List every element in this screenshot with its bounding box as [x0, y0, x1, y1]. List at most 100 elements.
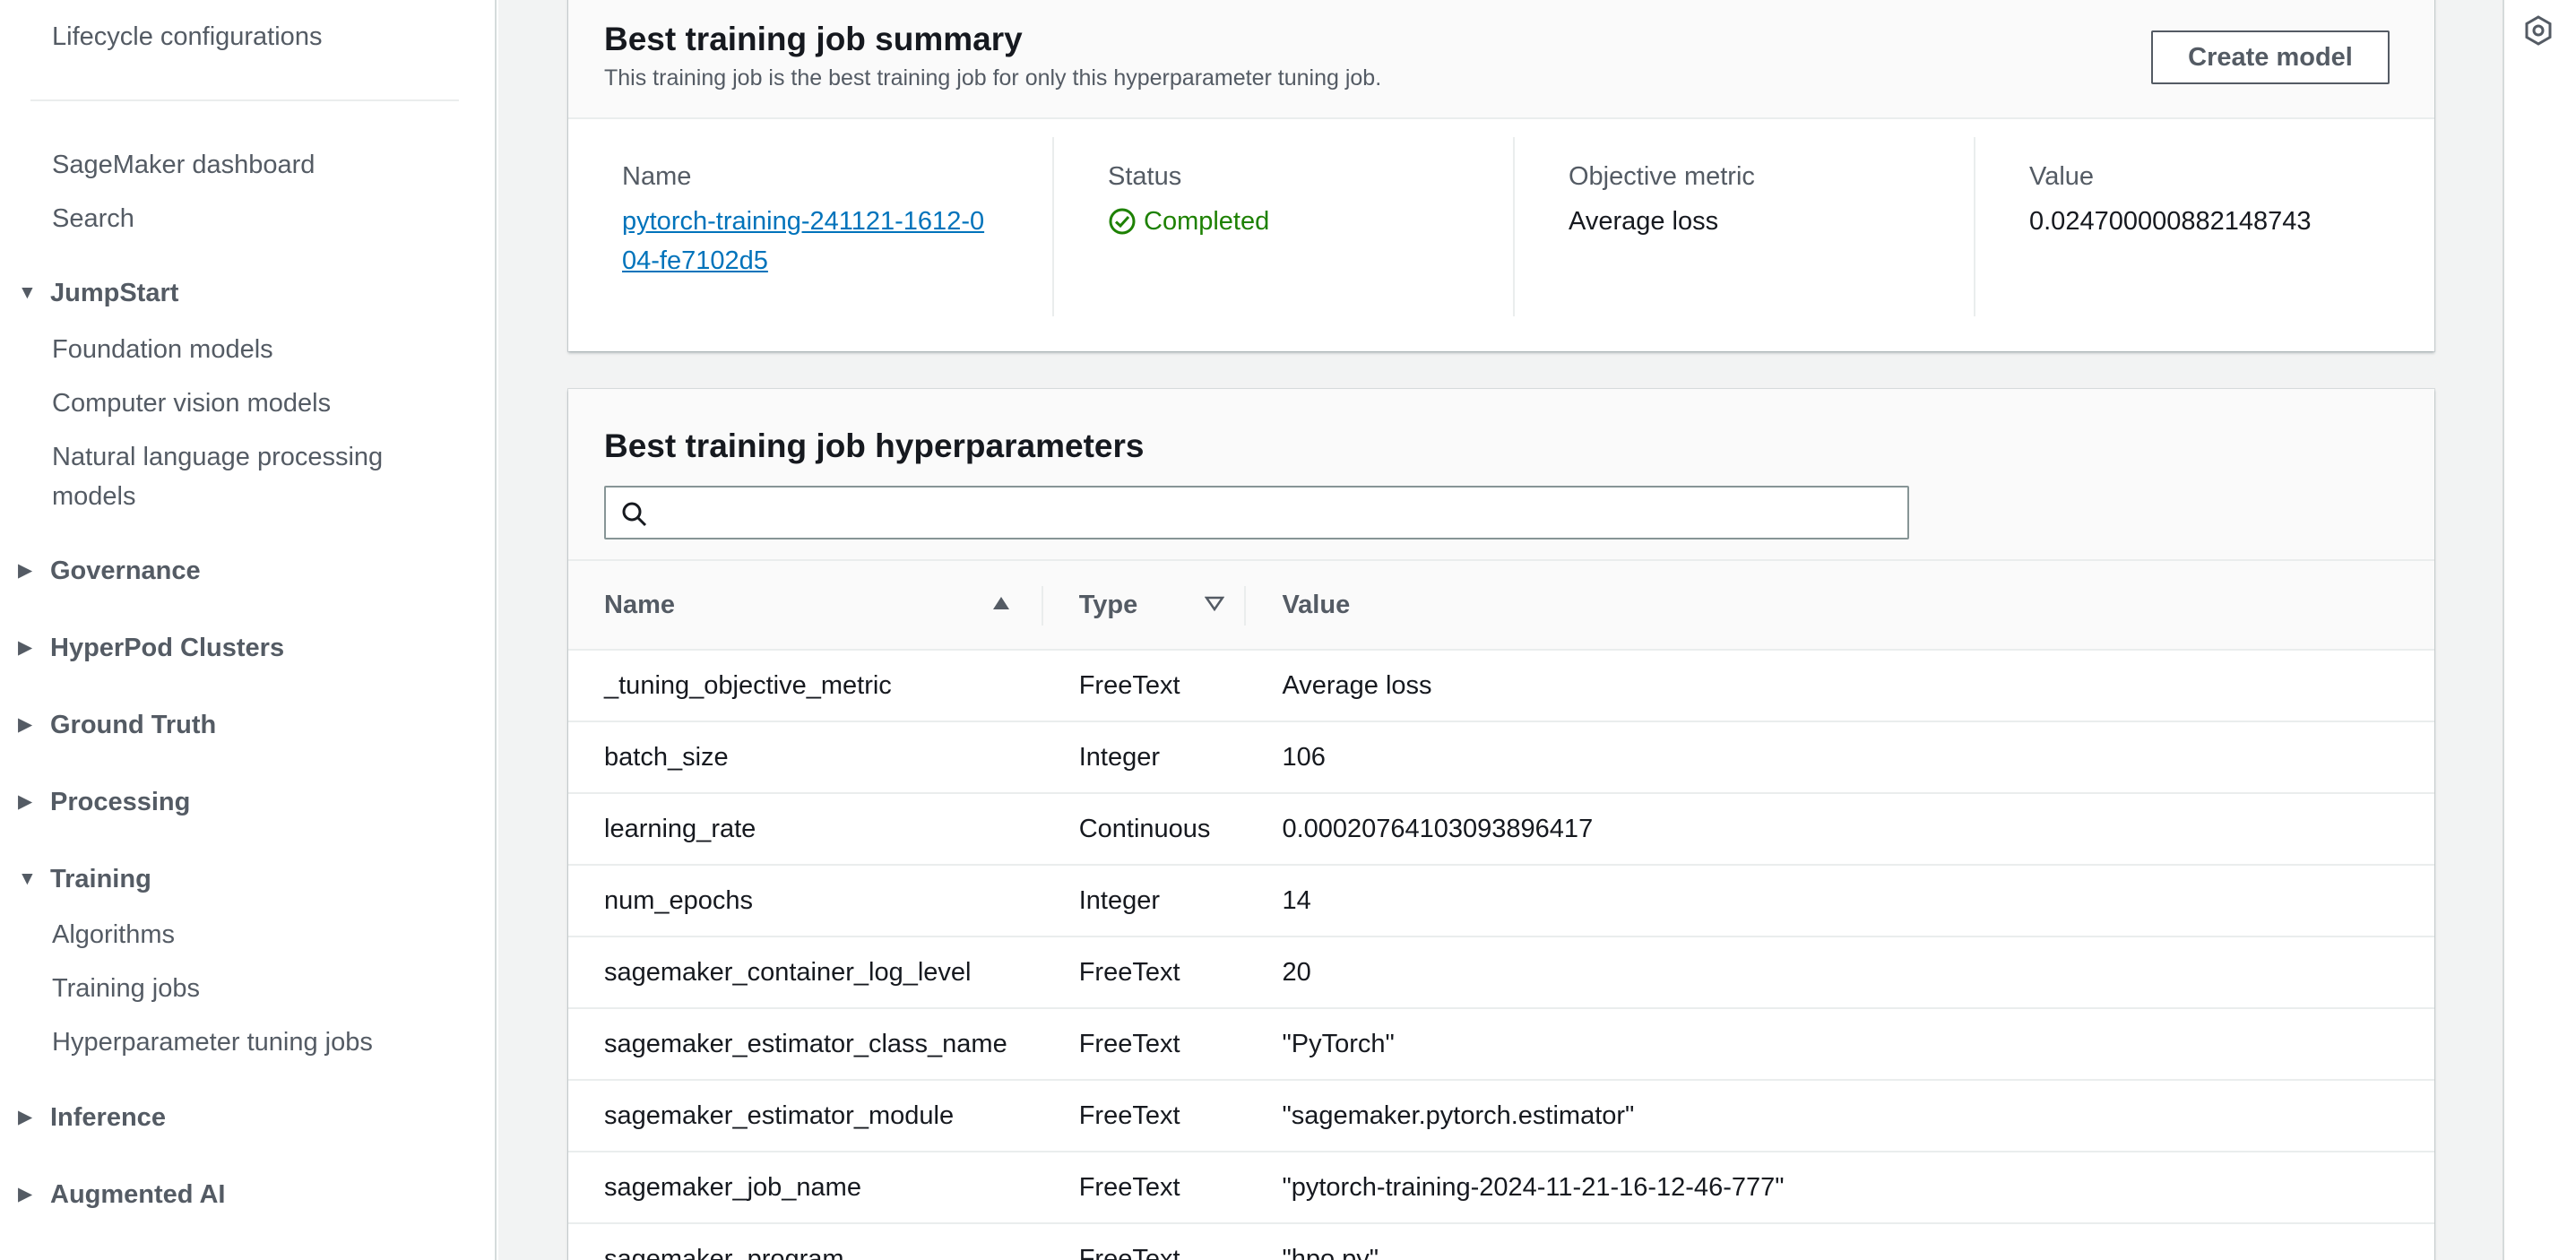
cell-name: num_epochs	[604, 885, 754, 915]
status-indicator: Completed	[1108, 202, 1459, 241]
cell-name: sagemaker_estimator_class_name	[604, 1029, 1007, 1058]
sidebar-item-computer-vision-models[interactable]: Computer vision models	[52, 384, 331, 423]
table-row: sagemaker_estimator_module FreeText "sagem…	[568, 1080, 2434, 1152]
cell-name: sagemaker_container_log_level	[604, 957, 972, 987]
sidebar-divider	[30, 99, 459, 101]
cell-value: 20	[1282, 957, 1311, 987]
sidebar-item-lifecycle-configurations[interactable]: Lifecycle configurations	[52, 17, 322, 56]
sidebar-section-inference[interactable]: ▶ Inference	[18, 1098, 166, 1137]
sidebar-section-processing[interactable]: ▶ Processing	[18, 782, 190, 822]
sort-descending-icon[interactable]	[1205, 595, 1225, 611]
best-training-job-summary-panel: Best training job summary This training …	[568, 0, 2434, 351]
table-row: sagemaker_program FreeText "hpo.py"	[568, 1223, 2434, 1260]
kv-objective-metric: Objective metric Average loss	[1515, 137, 1975, 316]
cell-value: 0.00020764103093896417	[1282, 814, 1594, 843]
sidebar-section-governance[interactable]: ▶ Governance	[18, 551, 201, 591]
summary-title: Best training job summary	[604, 21, 1023, 57]
best-training-job-hyperparameters-panel: Best training job hyperparameters Name T…	[568, 389, 2434, 1260]
cell-type: FreeText	[1078, 1244, 1180, 1260]
status-value: Completed	[1144, 207, 1270, 236]
cell-name: batch_size	[604, 742, 729, 772]
cell-name: sagemaker_job_name	[604, 1172, 861, 1202]
search-input[interactable]	[660, 491, 1897, 534]
cell-name: learning_rate	[604, 814, 756, 843]
right-utility-rail	[2503, 0, 2576, 1260]
cell-value: 14	[1282, 885, 1311, 915]
cell-value: Average loss	[1282, 670, 1432, 700]
sidebar-item-sagemaker-dashboard[interactable]: SageMaker dashboard	[52, 145, 315, 185]
cell-type: Integer	[1078, 742, 1161, 772]
sort-ascending-icon[interactable]	[991, 595, 1011, 611]
table-row: sagemaker_container_log_level FreeText 20	[568, 936, 2434, 1008]
caret-right-icon: ▶	[18, 1184, 33, 1204]
sidebar-section-jumpstart[interactable]: ▼ JumpStart	[18, 273, 178, 313]
sidebar-item-algorithms[interactable]: Algorithms	[52, 915, 175, 954]
caret-right-icon: ▶	[18, 637, 33, 658]
cell-value: "PyTorch"	[1282, 1029, 1395, 1058]
kv-metric-label: Objective metric	[1569, 162, 1755, 191]
table-row: sagemaker_job_name FreeText "pytorch-train…	[568, 1152, 2434, 1223]
column-header-label: Name	[604, 590, 675, 619]
sidebar-section-label: Inference	[50, 1103, 166, 1132]
cell-type: FreeText	[1078, 670, 1180, 700]
caret-down-icon: ▼	[18, 868, 37, 889]
column-header-type[interactable]: Type	[1043, 560, 1247, 650]
help-panel-icon[interactable]	[2522, 14, 2554, 47]
caret-down-icon: ▼	[18, 282, 37, 303]
sidebar-section-label: JumpStart	[50, 279, 179, 307]
hyperparameters-title: Best training job hyperparameters	[604, 427, 1145, 464]
sidebar-item-foundation-models[interactable]: Foundation models	[52, 330, 273, 369]
kv-value-label: Value	[2029, 162, 2095, 191]
table-row: batch_size Integer 106	[568, 721, 2434, 793]
kv-status-label: Status	[1108, 162, 1182, 191]
sidebar-nav: Lifecycle configurations SageMaker dashb…	[0, 0, 497, 1260]
kv-name-label: Name	[622, 162, 692, 191]
hyperparameters-table-body: _tuning_objective_metric FreeText Average …	[568, 650, 2434, 1260]
caret-right-icon: ▶	[18, 1107, 33, 1127]
caret-right-icon: ▶	[18, 560, 33, 581]
sidebar-section-hyperpod-clusters[interactable]: ▶ HyperPod Clusters	[18, 628, 284, 668]
sidebar-section-label: Training	[50, 865, 151, 893]
summary-header: Best training job summary This training …	[568, 0, 2434, 119]
column-header-label: Value	[1282, 590, 1351, 619]
kv-metric-value: Average loss	[1569, 207, 1719, 236]
sidebar-section-augmented-ai[interactable]: ▶ Augmented AI	[18, 1175, 225, 1214]
sidebar-item-nlp-models[interactable]: Natural language processing models	[52, 437, 428, 516]
sidebar-item-training-jobs[interactable]: Training jobs	[52, 969, 200, 1008]
sidebar-section-ground-truth[interactable]: ▶ Ground Truth	[18, 705, 216, 745]
kv-value: Value 0.024700000882148743	[1975, 137, 2434, 316]
cell-name: sagemaker_estimator_module	[604, 1100, 955, 1130]
cell-value: "pytorch-training-2024-11-21-16-12-46-77…	[1282, 1172, 1785, 1202]
cell-type: Continuous	[1078, 814, 1211, 843]
hyperparameters-search	[604, 486, 1909, 539]
caret-right-icon: ▶	[18, 791, 33, 812]
sidebar-section-label: HyperPod Clusters	[50, 634, 285, 662]
table-row: _tuning_objective_metric FreeText Average …	[568, 650, 2434, 721]
main-content: Best training job summary This training …	[498, 0, 2503, 1260]
table-header-row: Name Type Value	[568, 560, 2434, 650]
column-header-name[interactable]: Name	[568, 560, 1043, 650]
cell-value: 106	[1282, 742, 1326, 772]
search-icon	[622, 502, 647, 527]
create-model-button[interactable]: Create model	[2151, 30, 2390, 84]
cell-value: "sagemaker.pytorch.estimator"	[1282, 1100, 1635, 1130]
column-header-value[interactable]: Value	[1246, 560, 2434, 650]
sidebar-item-search[interactable]: Search	[52, 199, 134, 238]
sidebar-section-label: Augmented AI	[50, 1180, 226, 1209]
kv-status: Status Completed	[1054, 137, 1515, 316]
table-row: num_epochs Integer 14	[568, 865, 2434, 936]
training-job-link[interactable]: pytorch-training-241121-1612-004-fe7102d…	[622, 202, 998, 280]
sidebar-item-hyperparameter-tuning-jobs[interactable]: Hyperparameter tuning jobs	[52, 1023, 373, 1062]
kv-name: Name pytorch-training-241121-1612-004-fe…	[568, 137, 1054, 316]
sidebar-section-label: Governance	[50, 557, 201, 585]
sidebar-section-training[interactable]: ▼ Training	[18, 859, 151, 899]
hyperparameters-table: Name Type Value _tuning_objective_metric…	[568, 559, 2434, 1260]
cell-name: _tuning_objective_metric	[604, 670, 892, 700]
cell-type: Integer	[1078, 885, 1161, 915]
cell-type: FreeText	[1078, 957, 1180, 987]
table-row: sagemaker_estimator_class_name FreeText "P…	[568, 1008, 2434, 1080]
hyperparameters-header: Best training job hyperparameters	[568, 389, 2434, 559]
column-header-label: Type	[1078, 590, 1138, 619]
cell-type: FreeText	[1078, 1172, 1180, 1202]
cell-type: FreeText	[1078, 1029, 1180, 1058]
